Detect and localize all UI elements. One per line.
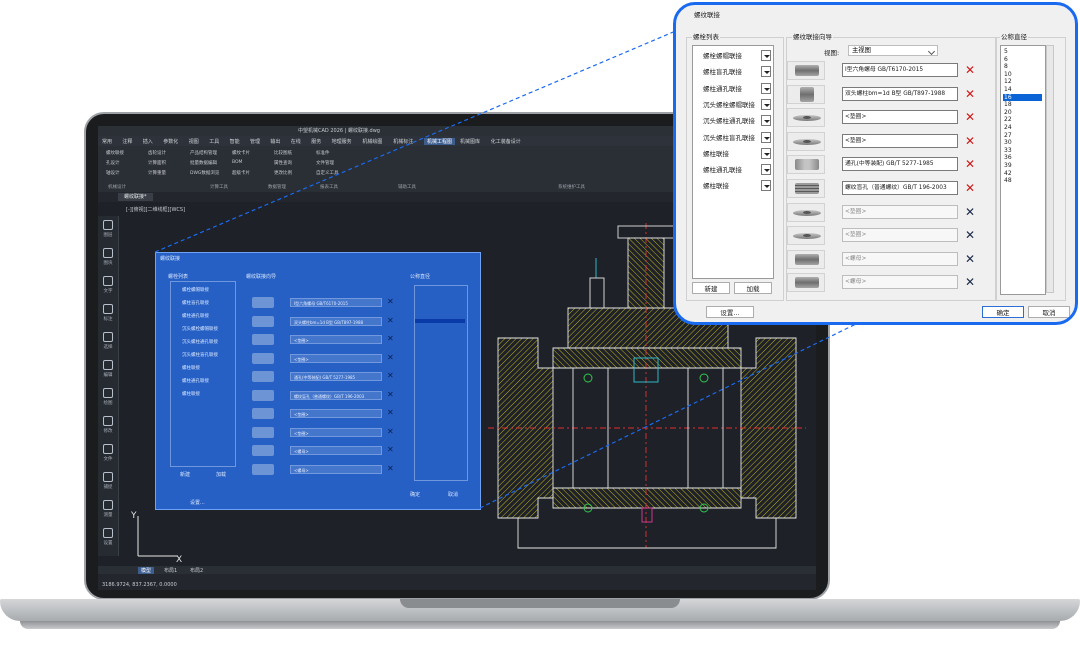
delete-icon[interactable]: ✕	[964, 276, 976, 288]
chevron-down-icon[interactable]	[761, 147, 771, 159]
delete-icon[interactable]: ✕	[964, 253, 976, 265]
stud-bolt-icon	[787, 84, 825, 104]
delete-icon[interactable]: ✕	[964, 229, 976, 241]
chevron-down-icon[interactable]	[761, 164, 771, 176]
delete-icon[interactable]: ✕	[964, 88, 976, 100]
chevron-down-icon[interactable]	[761, 98, 771, 110]
part-field[interactable]: <螺母>	[842, 251, 958, 266]
diameter-item[interactable]: 30	[1003, 139, 1042, 147]
diameter-item[interactable]: 42	[1003, 170, 1042, 178]
part-field[interactable]: <垫圈>	[842, 110, 958, 125]
washer-icon	[787, 226, 825, 246]
hex-nut-shape	[795, 277, 819, 289]
through-hole-shape	[795, 159, 819, 171]
joint-list-item[interactable]: 螺柱通孔联接	[703, 164, 742, 176]
threaded-hole-shape	[795, 183, 819, 194]
hex-nut-icon	[787, 61, 825, 80]
diameter-item[interactable]: 39	[1003, 162, 1042, 170]
washer-hole-shape	[803, 210, 811, 214]
part-field[interactable]: <垫圈>	[842, 228, 958, 243]
joint-list-item[interactable]: 螺柱通孔联接	[703, 83, 742, 95]
part-field[interactable]: I型六角螺母 GB/T6170-2015	[842, 63, 958, 77]
part-field[interactable]: <螺母>	[842, 275, 958, 290]
joint-list-item[interactable]: 沉头螺栓螺帽联接	[703, 99, 755, 111]
diameter-item[interactable]: 33	[1003, 147, 1042, 155]
joint-list-item[interactable]: 螺栓螺帽联接	[703, 50, 742, 62]
part-field[interactable]: 螺纹盲孔（普通螺纹）GB/T 196-2003	[842, 181, 958, 195]
diameter-item[interactable]: 24	[1003, 124, 1042, 132]
cancel-button[interactable]: 取消	[1028, 306, 1070, 318]
washer-hole-shape	[803, 139, 811, 143]
joint-list[interactable]: 螺栓螺帽联接 螺柱盲孔联接 螺柱通孔联接 沉头螺栓螺帽联接 沉头螺柱通孔联接 沉头螺柱盲孔…	[692, 45, 774, 279]
threaded-hole-icon	[787, 179, 825, 198]
diameter-item[interactable]: 18	[1003, 101, 1042, 109]
delete-icon[interactable]: ✕	[964, 111, 976, 123]
joint-list-item[interactable]: 沉头螺柱通孔联接	[703, 115, 755, 127]
diameter-item[interactable]: 8	[1003, 63, 1042, 71]
joint-wizard-legend: 螺纹联接向导	[792, 31, 833, 41]
diameter-item[interactable]: 14	[1003, 86, 1042, 94]
zoomed-thread-joint-dialog: 螺纹联接 螺栓列表 螺栓螺帽联接 螺柱盲孔联接 螺柱通孔联接 沉头螺栓螺帽联接 沉头螺柱…	[673, 2, 1078, 325]
diameter-item[interactable]: 36	[1003, 154, 1042, 162]
new-joint-button[interactable]: 新建	[692, 282, 730, 294]
hex-nut-shape	[795, 253, 819, 265]
chevron-down-icon[interactable]	[761, 82, 771, 94]
through-hole-icon	[787, 155, 825, 175]
diameter-item[interactable]: 16	[1003, 93, 1042, 102]
view-label: 视图:	[824, 49, 840, 57]
view-select[interactable]: 主视图	[848, 45, 938, 56]
washer-icon	[787, 108, 825, 128]
chevron-down-icon[interactable]	[761, 131, 771, 143]
joint-list-item[interactable]: 螺柱联接	[703, 180, 729, 192]
diameter-list[interactable]: 5 6 8 10 12 14 16 18 20 22 24 27 30 33 36 39 42 48	[1000, 45, 1046, 295]
diameter-item[interactable]: 22	[1003, 116, 1042, 124]
diameter-legend: 公称直径	[1000, 31, 1028, 41]
chevron-down-icon[interactable]	[761, 180, 771, 192]
delete-icon[interactable]: ✕	[964, 135, 976, 147]
joint-list-item[interactable]: 沉头螺柱盲孔联接	[703, 132, 755, 144]
diameter-scrollbar[interactable]	[1046, 45, 1054, 293]
joint-list-item[interactable]: 螺柱盲孔联接	[703, 66, 742, 78]
joint-list-legend: 螺栓列表	[692, 31, 720, 41]
load-joint-button[interactable]: 加载	[734, 282, 772, 294]
part-field[interactable]: <垫圈>	[842, 133, 958, 148]
hex-nut-shape	[795, 65, 819, 76]
diameter-item[interactable]: 20	[1003, 109, 1042, 117]
diameter-item[interactable]: 12	[1003, 78, 1042, 86]
delete-icon[interactable]: ✕	[964, 206, 976, 218]
stud-bolt-shape	[800, 86, 814, 102]
chevron-down-icon[interactable]	[761, 115, 771, 127]
part-field[interactable]: 双头螺柱bm=1d B型 GB/T897-1988	[842, 86, 958, 101]
delete-icon[interactable]: ✕	[964, 158, 976, 170]
chevron-down-icon[interactable]	[761, 50, 771, 61]
ok-button[interactable]: 确定	[982, 306, 1024, 318]
dialog-title: 螺纹联接	[694, 11, 720, 19]
hex-nut-icon	[787, 249, 825, 269]
chevron-down-icon[interactable]	[761, 66, 771, 78]
diameter-item[interactable]: 5	[1003, 48, 1042, 56]
diameter-item[interactable]: 48	[1003, 177, 1042, 185]
diameter-item[interactable]: 6	[1003, 56, 1042, 64]
delete-icon[interactable]: ✕	[964, 64, 976, 76]
joint-list-item[interactable]: 螺柱联接	[703, 148, 729, 160]
part-field[interactable]: <垫圈>	[842, 204, 958, 219]
hex-nut-icon	[787, 273, 825, 293]
washer-icon	[787, 131, 825, 151]
settings-button[interactable]: 设置...	[706, 306, 754, 318]
part-field[interactable]: 通孔(中等装配) GB/T 5277-1985	[842, 157, 958, 172]
diameter-item[interactable]: 10	[1003, 71, 1042, 79]
delete-icon[interactable]: ✕	[964, 182, 976, 194]
washer-icon	[787, 202, 825, 222]
diameter-item[interactable]: 27	[1003, 132, 1042, 140]
